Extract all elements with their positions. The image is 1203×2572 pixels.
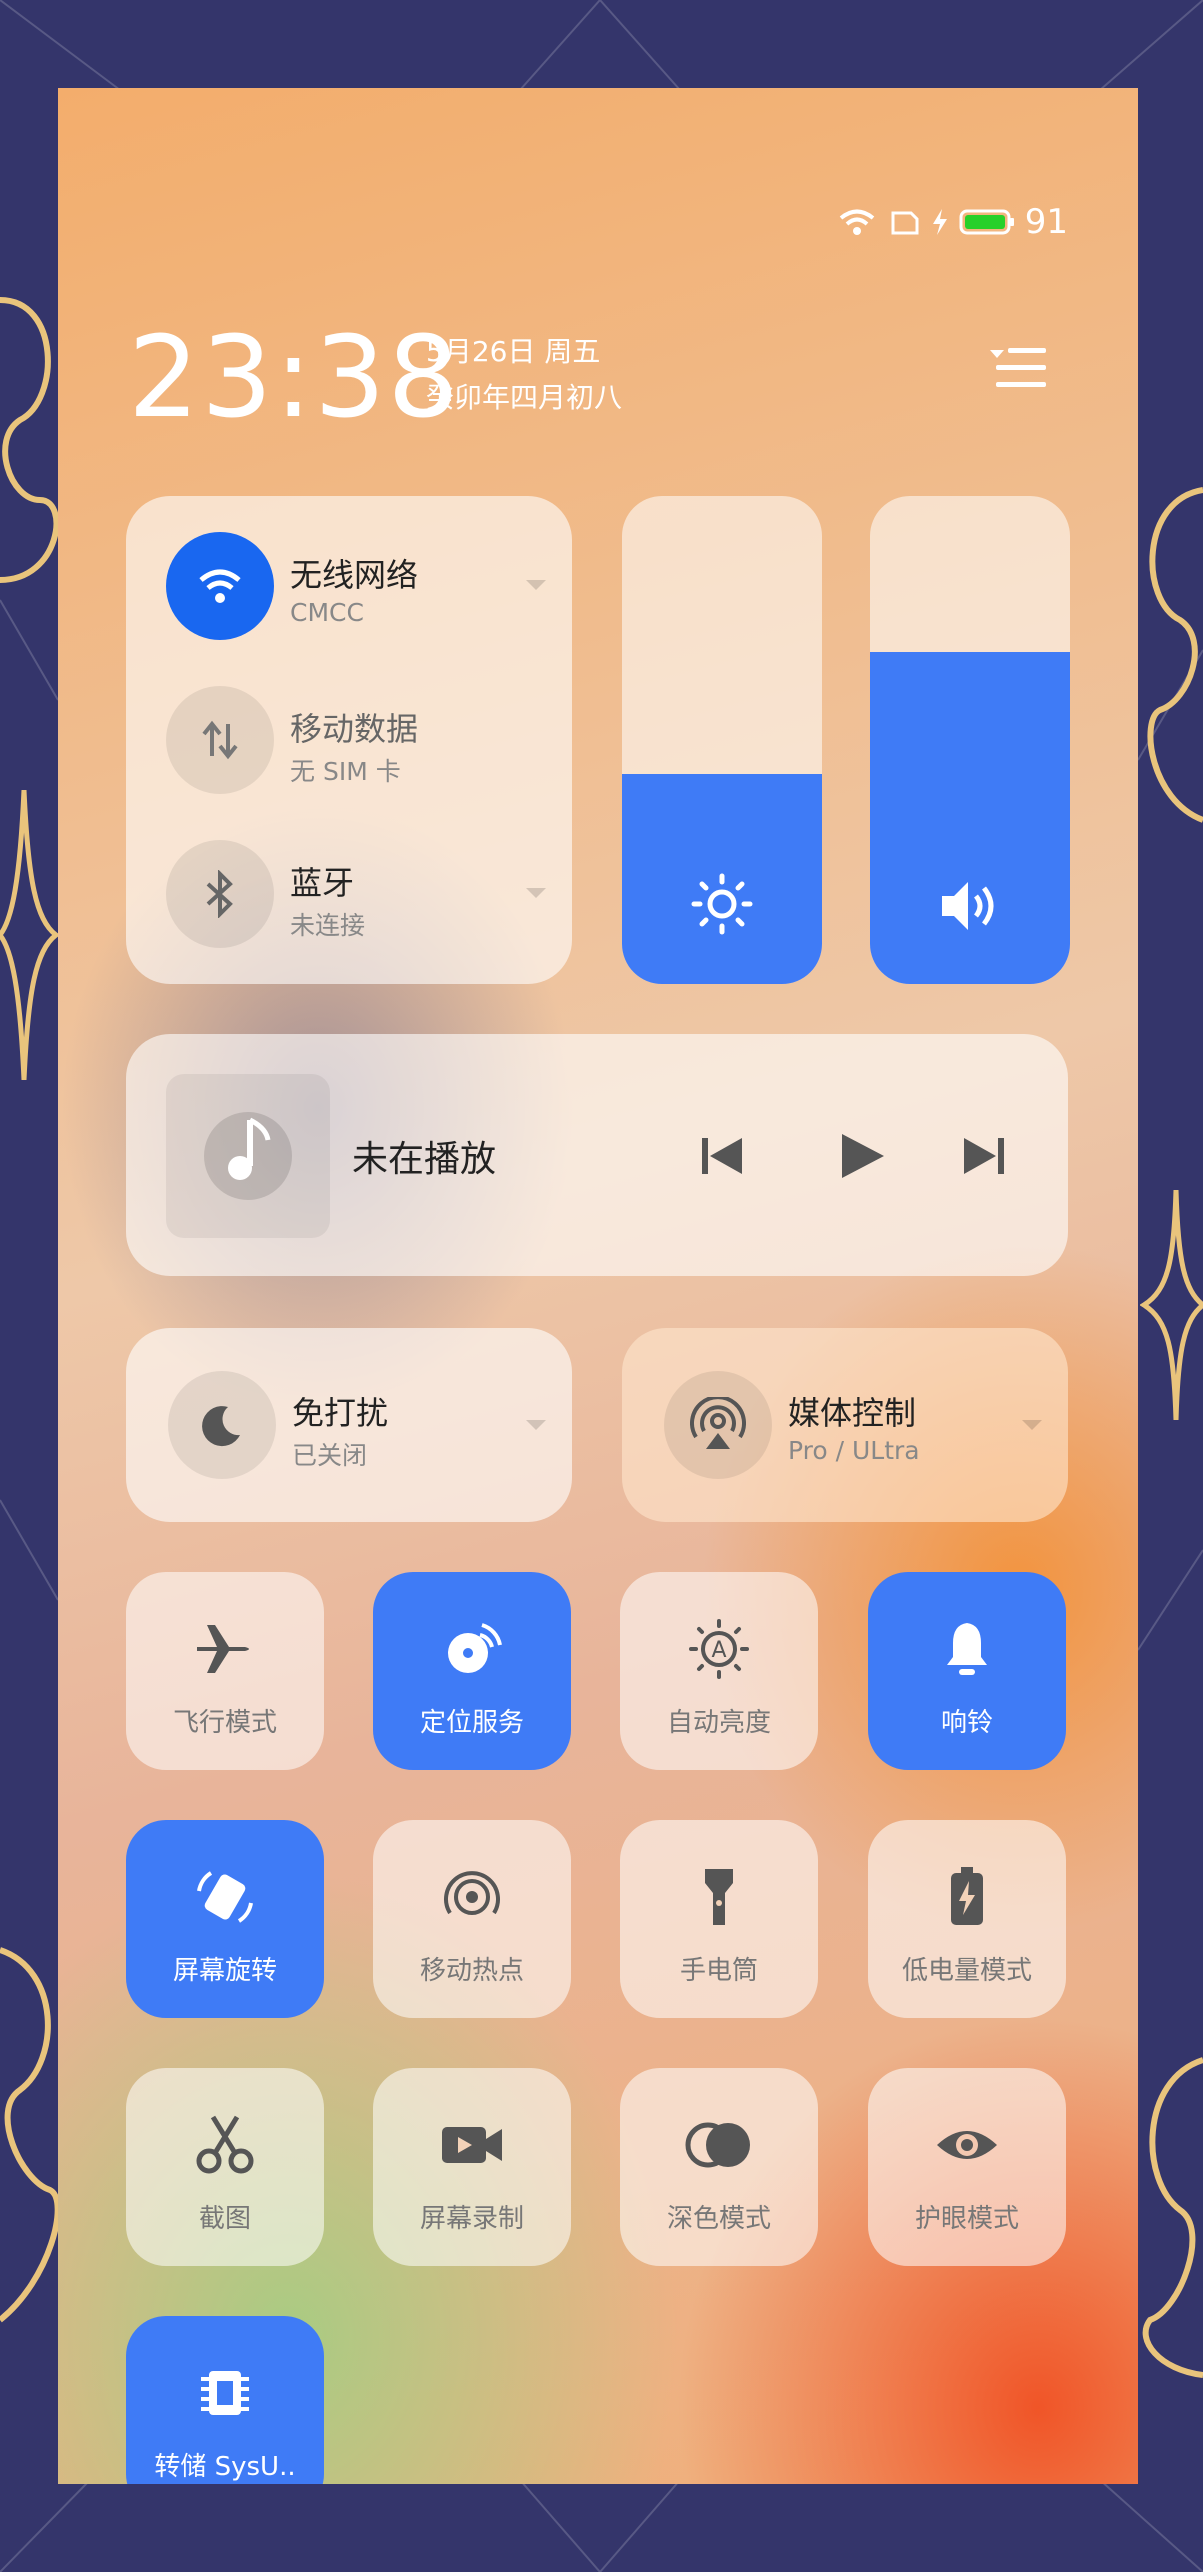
- bluetooth-circle[interactable]: [166, 840, 274, 948]
- rotate-icon: [197, 1871, 253, 1923]
- chip-icon: [201, 2371, 249, 2415]
- bell-icon: [947, 1623, 987, 1675]
- tile-screenshot[interactable]: 截图: [126, 2068, 324, 2266]
- tile-ring[interactable]: 响铃: [868, 1572, 1066, 1770]
- clock: 23:38: [128, 313, 461, 443]
- speaker-icon: [942, 882, 994, 930]
- mobile-data-status: 无 SIM 卡: [290, 757, 401, 786]
- ornament-swirl: [1147, 487, 1203, 823]
- tile-label: 飞行模式: [172, 1708, 277, 1738]
- tile-auto-brightness[interactable]: A 自动亮度: [620, 1572, 818, 1770]
- media-control-circle[interactable]: [664, 1371, 772, 1479]
- tile-label: 手电筒: [679, 1956, 758, 1986]
- tile-label: 转储 SysU..: [154, 2452, 296, 2482]
- tile-label: 响铃: [940, 1708, 993, 1738]
- screen-record-icon: [442, 2127, 502, 2163]
- media-control-device: Pro / ULtra: [788, 1436, 920, 1465]
- music-note-icon: [204, 1112, 292, 1200]
- low-battery-icon: [951, 1867, 983, 1925]
- tile-mobile-hotspot[interactable]: 移动热点: [373, 1820, 571, 2018]
- ornament-swirl: [0, 1947, 60, 2323]
- ornament-swirl: [0, 297, 60, 583]
- ornament-star: [0, 790, 58, 1080]
- tile-label: 屏幕旋转: [172, 1956, 277, 1986]
- location-icon: [448, 1623, 502, 1673]
- dnd-circle[interactable]: [168, 1371, 276, 1479]
- tile-label: 截图: [198, 2204, 251, 2234]
- media-control-title: 媒体控制: [788, 1394, 917, 1432]
- wifi-toggle[interactable]: 无线网络 CMCC: [166, 532, 546, 642]
- tile-label: 屏幕录制: [419, 2204, 524, 2234]
- do-not-disturb-card[interactable]: 免打扰 已关闭: [126, 1328, 572, 1522]
- ornament-star: [1140, 1190, 1203, 1420]
- mobile-data-toggle[interactable]: 移动数据 无 SIM 卡: [166, 686, 526, 796]
- tile-eye-comfort[interactable]: 护眼模式: [868, 2068, 1066, 2266]
- dark-mode-icon: [685, 2122, 750, 2168]
- wifi-circle[interactable]: [166, 532, 274, 640]
- chevron-down-icon[interactable]: [526, 888, 546, 898]
- sun-icon: [691, 873, 753, 935]
- wifi-network-name: CMCC: [290, 598, 364, 627]
- sim-icon: [891, 211, 919, 235]
- control-center: 91 23:38 5月26日 周五 癸卯年四月初八 无线网络 CMCC 移动数据…: [58, 88, 1138, 2484]
- tile-label: 低电量模式: [901, 1956, 1032, 1986]
- tile-dump-sysui[interactable]: 转储 SysU..: [126, 2316, 324, 2484]
- tile-label: 自动亮度: [666, 1708, 771, 1738]
- media-status: 未在播放: [352, 1139, 497, 1180]
- charging-icon: [932, 209, 947, 235]
- tile-label: 护眼模式: [914, 2204, 1019, 2234]
- lunar-date: 癸卯年四月初八: [426, 381, 623, 414]
- connectivity-card: 无线网络 CMCC 移动数据 无 SIM 卡 蓝牙 未连接: [126, 496, 572, 984]
- flashlight-icon: [705, 1869, 733, 1925]
- auto-brightness-icon: A: [689, 1619, 749, 1679]
- data-arrows-icon: [202, 720, 238, 760]
- previous-icon[interactable]: [698, 1132, 746, 1180]
- tile-low-power-mode[interactable]: 低电量模式: [868, 1820, 1066, 2018]
- tile-screen-rotation[interactable]: 屏幕旋转: [126, 1820, 324, 2018]
- bluetooth-title: 蓝牙: [290, 864, 355, 902]
- tile-label: 深色模式: [666, 2204, 771, 2234]
- media-control-card[interactable]: 媒体控制 Pro / ULtra: [622, 1328, 1068, 1522]
- date: 5月26日 周五: [426, 335, 601, 368]
- airplane-icon: [197, 1625, 249, 1673]
- ornament-swirl: [1142, 2057, 1203, 2378]
- brightness-slider[interactable]: [622, 496, 822, 984]
- status-bar: 91: [837, 200, 1068, 244]
- media-player-card: 未在播放: [126, 1034, 1068, 1276]
- chevron-down-icon[interactable]: [526, 1420, 546, 1430]
- chevron-down-icon[interactable]: [1022, 1420, 1042, 1430]
- tile-screen-record[interactable]: 屏幕录制: [373, 2068, 571, 2266]
- battery-icon: [959, 209, 1014, 235]
- tile-dark-mode[interactable]: 深色模式: [620, 2068, 818, 2266]
- tile-label: 移动热点: [419, 1956, 524, 1986]
- tile-flashlight[interactable]: 手电筒: [620, 1820, 818, 2018]
- bluetooth-icon: [206, 870, 233, 918]
- mobile-data-circle[interactable]: [166, 686, 274, 794]
- wifi-icon: [839, 209, 874, 235]
- next-icon[interactable]: [960, 1132, 1008, 1180]
- chevron-down-icon[interactable]: [526, 580, 546, 590]
- wifi-title: 无线网络: [290, 556, 419, 594]
- svg-text:A: A: [711, 1638, 726, 1663]
- tile-label: 定位服务: [419, 1708, 524, 1738]
- dnd-title: 免打扰: [292, 1394, 389, 1432]
- eye-icon: [937, 2131, 997, 2159]
- bluetooth-status: 未连接: [290, 911, 366, 940]
- play-icon[interactable]: [832, 1128, 888, 1184]
- moon-icon: [202, 1406, 240, 1447]
- album-art: [166, 1074, 330, 1238]
- battery-percentage: 91: [1024, 202, 1068, 242]
- hotspot-icon: [444, 1871, 500, 1915]
- scissors-icon: [196, 2115, 254, 2174]
- mobile-data-title: 移动数据: [290, 710, 419, 748]
- edit-list-icon[interactable]: [988, 338, 1048, 398]
- volume-slider[interactable]: [870, 496, 1070, 984]
- tile-location-services[interactable]: 定位服务: [373, 1572, 571, 1770]
- airplay-icon: [690, 1397, 746, 1449]
- wifi-icon: [199, 569, 241, 603]
- tile-airplane-mode[interactable]: 飞行模式: [126, 1572, 324, 1770]
- dnd-status: 已关闭: [292, 1441, 368, 1470]
- bluetooth-toggle[interactable]: 蓝牙 未连接: [166, 840, 546, 950]
